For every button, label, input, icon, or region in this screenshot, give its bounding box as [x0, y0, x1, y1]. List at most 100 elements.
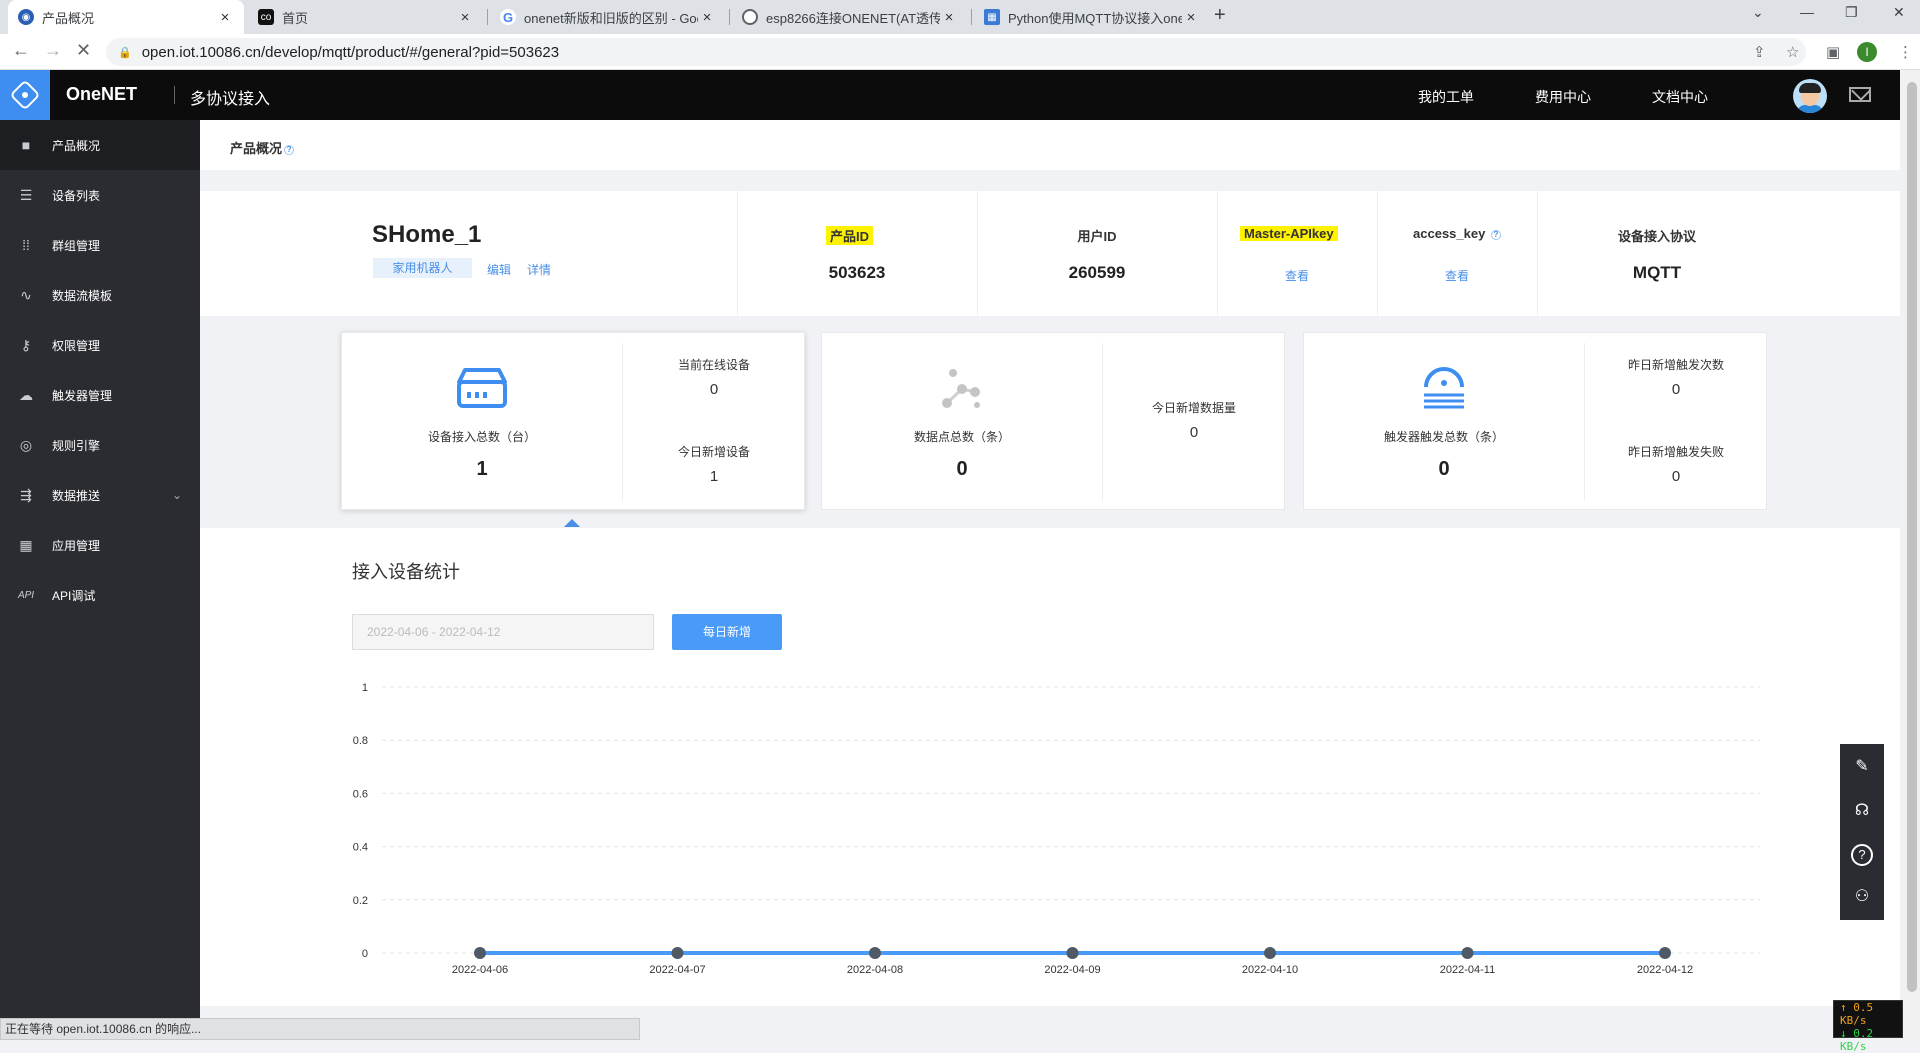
master-apikey-view-link[interactable]: 查看 [1217, 267, 1377, 284]
close-tab-icon[interactable]: × [1182, 9, 1200, 26]
product-name: 多协议接入 [190, 91, 271, 108]
stop-loading-icon[interactable]: ✕ [76, 40, 91, 61]
divider [1537, 191, 1538, 316]
edit-link[interactable]: 编辑 [487, 261, 511, 278]
sidebar-item-api-debug[interactable]: API API调试 [0, 570, 200, 620]
y-tick-label: 1 [362, 682, 368, 694]
contact-person-icon[interactable]: ⚇ [1851, 886, 1873, 908]
sidebar-item-device-list[interactable]: ☰ 设备列表 [0, 170, 200, 220]
tab-search-chevron-icon[interactable]: ⌄ [1752, 4, 1764, 21]
divider [737, 191, 738, 316]
sidebar-item-datastream-template[interactable]: ∿ 数据流模板 [0, 270, 200, 320]
help-circle-icon[interactable]: ? [1851, 844, 1873, 866]
side-panel-icon[interactable]: ▣ [1826, 43, 1840, 61]
url-text: open.iot.10086.cn/develop/mqtt/product/#… [141, 43, 560, 61]
globe-favicon-icon [742, 9, 758, 25]
close-tab-icon[interactable]: × [698, 9, 716, 26]
product-category-tag: 家用机器人 [373, 258, 472, 278]
back-arrow-icon[interactable]: ← [12, 40, 30, 61]
sidebar-item-group-management[interactable]: ⁞⁞ 群组管理 [0, 220, 200, 270]
trigger-failures-yesterday-value: 0 [1671, 468, 1681, 485]
page-scrollbar[interactable] [1904, 70, 1920, 1040]
sidebar-item-rule-engine[interactable]: ◎ 规则引擎 [0, 420, 200, 470]
browser-menu-icon[interactable]: ⋮ [1898, 43, 1913, 61]
y-tick-label: 0 [362, 948, 368, 960]
chevron-down-icon[interactable]: ⌄ [172, 488, 182, 502]
new-tab-button[interactable]: + [1214, 4, 1226, 27]
close-tab-icon[interactable]: × [940, 9, 958, 26]
help-icon[interactable]: ? [1490, 229, 1501, 240]
divider [622, 343, 623, 501]
bookmark-star-icon[interactable]: ☆ [1786, 43, 1799, 61]
product-id-label: 产品ID [826, 226, 874, 245]
tab-separator [729, 9, 730, 25]
browser-tab-esp8266[interactable]: esp8266连接ONENET(AT透传数 × [732, 0, 968, 34]
scrollbar-thumb[interactable] [1907, 82, 1917, 992]
sidebar-item-trigger-management[interactable]: ☁ 触发器管理 [0, 370, 200, 420]
divider [1102, 343, 1103, 501]
sidebar-item-product-overview[interactable]: ■ 产品概况 [0, 120, 200, 170]
product-title: SHome_1 [372, 221, 482, 248]
onenet-logo-icon[interactable] [0, 70, 50, 120]
detail-link[interactable]: 详情 [527, 261, 551, 278]
nav-my-tickets[interactable]: 我的工单 [1418, 87, 1474, 107]
brand-name[interactable]: OneNET [66, 84, 137, 105]
device-stats-card[interactable]: 设备接入总数（台） 1 当前在线设备 0 今日新增设备 1 [341, 332, 805, 510]
help-icon[interactable]: ? [284, 144, 295, 155]
close-window-icon[interactable]: ✕ [1893, 4, 1905, 21]
divider [1217, 191, 1218, 316]
browser-tab-product-overview[interactable]: ◉ 产品概况 × [8, 0, 244, 34]
sidebar-item-app-management[interactable]: ▦ 应用管理 [0, 520, 200, 570]
forward-arrow-icon[interactable]: → [44, 40, 62, 61]
trigger-alarm-icon [1424, 367, 1464, 409]
browser-tab-home[interactable]: co 首页 × [248, 0, 484, 34]
sidebar-item-label: 群组管理 [52, 238, 101, 253]
nav-docs-center[interactable]: 文档中心 [1652, 87, 1708, 107]
minimize-icon[interactable]: — [1800, 4, 1814, 20]
share-icon[interactable]: ⇪ [1753, 43, 1766, 61]
sidebar-item-label: 触发器管理 [52, 388, 113, 403]
sidebar-item-permission-management[interactable]: ⚷ 权限管理 [0, 320, 200, 370]
datapoint-stats-card[interactable]: 数据点总数（条） 0 今日新增数据量 0 [821, 332, 1285, 510]
user-avatar[interactable] [1793, 79, 1827, 113]
download-speed: ↓ 0.2 KB/s [1840, 1027, 1874, 1053]
browser-tab-python-mqtt[interactable]: ▦ Python使用MQTT协议接入one × [974, 0, 1210, 34]
trigger-stats-card[interactable]: 触发器触发总数（条） 0 昨日新增触发次数 0 昨日新增触发失败 0 [1303, 332, 1767, 510]
address-bar[interactable]: 🔒 open.iot.10086.cn/develop/mqtt/product… [106, 38, 1806, 66]
tab-title: esp8266连接ONENET(AT透传数 [766, 10, 940, 26]
close-tab-icon[interactable]: × [456, 9, 474, 26]
access-key-view-link[interactable]: 查看 [1377, 267, 1537, 284]
divider [1584, 343, 1585, 501]
onenet-logo-favicon-icon: co [258, 9, 274, 25]
trigger-failures-yesterday-label: 昨日新增触发失败 [1627, 445, 1724, 459]
x-tick-label: 2022-04-11 [1440, 964, 1495, 976]
data-point [869, 947, 881, 959]
nav-billing-center[interactable]: 费用中心 [1535, 87, 1591, 107]
active-card-pointer [564, 519, 580, 527]
close-tab-icon[interactable]: × [216, 9, 234, 26]
data-point [671, 947, 684, 959]
tab-title: 首页 [282, 10, 309, 26]
online-devices-label: 当前在线设备 [677, 358, 750, 372]
browser-tab-google-search[interactable]: G onenet新版和旧版的区别 - Goo × [490, 0, 726, 34]
restore-icon[interactable]: ❐ [1845, 4, 1858, 21]
sidebar-item-label: API调试 [52, 588, 96, 603]
browser-toolbar: ← → ✕ 🔒 open.iot.10086.cn/develop/mqtt/p… [0, 34, 1920, 70]
divider [1377, 191, 1378, 316]
x-tick-label: 2022-04-07 [649, 964, 705, 976]
x-tick-label: 2022-04-12 [1637, 964, 1693, 976]
headset-support-icon[interactable]: ☊ [1851, 800, 1873, 822]
edit-feedback-icon[interactable]: ✎ [1851, 756, 1873, 778]
mail-icon[interactable] [1849, 87, 1871, 102]
protocol-value: MQTT [1632, 263, 1682, 282]
sidebar-item-data-push[interactable]: ⇶ 数据推送 ⌄ [0, 470, 200, 520]
profile-avatar[interactable]: I [1857, 42, 1877, 62]
trigger-total-value: 0 [1438, 458, 1450, 480]
triggers-yesterday-value: 0 [1671, 381, 1681, 398]
x-tick-label: 2022-04-08 [847, 964, 903, 976]
y-tick-label: 0.6 [353, 788, 368, 800]
new-devices-today-label: 今日新增设备 [677, 445, 750, 459]
sidebar: ■ 产品概况 ☰ 设备列表 ⁞⁞ 群组管理 ∿ 数据流模板 ⚷ 权限管理 ☁ 触… [0, 120, 200, 1040]
datapoint-total-label: 数据点总数（条） [913, 430, 1010, 444]
tab-title: Python使用MQTT协议接入one [1008, 10, 1182, 26]
